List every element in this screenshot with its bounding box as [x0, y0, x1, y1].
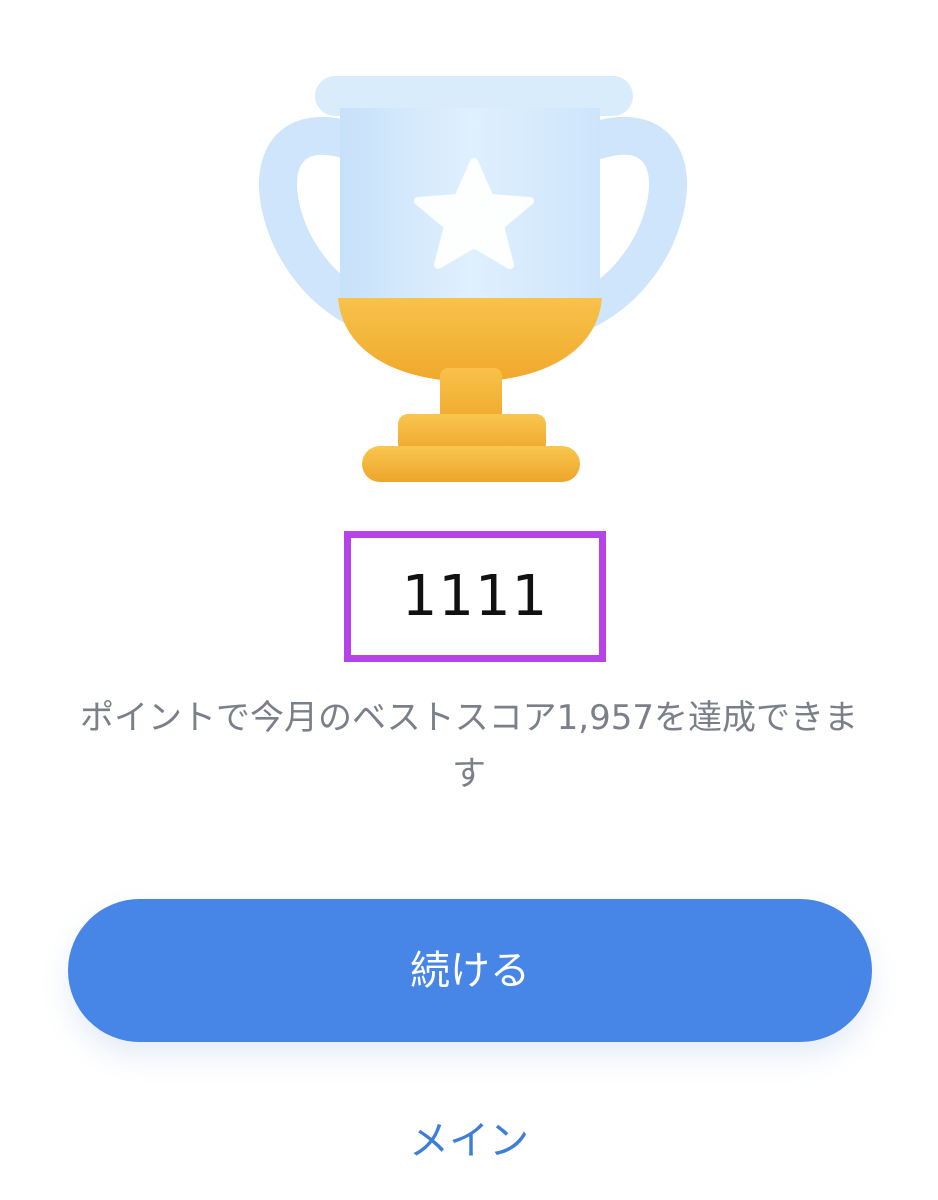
trophy-illustration	[0, 0, 938, 500]
continue-button[interactable]: 続ける	[68, 899, 872, 1042]
continue-button-label: 続ける	[410, 947, 530, 994]
score-highlight-box: 1111	[344, 531, 606, 662]
trophy-icon	[259, 76, 687, 482]
best-score-message: ポイントで今月のベストスコア1,957を達成できます	[79, 698, 858, 794]
main-link[interactable]: メイン	[0, 1113, 938, 1169]
score-value: 1111	[401, 563, 549, 629]
